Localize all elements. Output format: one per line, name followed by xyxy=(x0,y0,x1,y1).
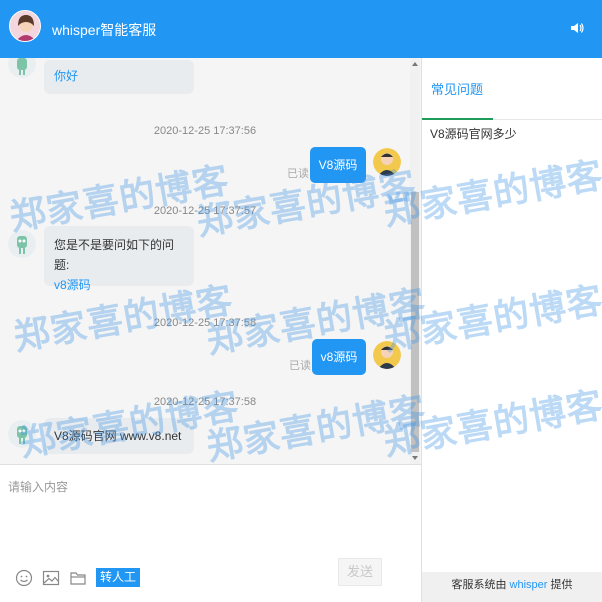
agent-avatar xyxy=(9,10,41,42)
message-text: 您是不是要问如下的问题: xyxy=(54,238,175,272)
message-list[interactable]: 你好 2020-12-25 17:37:56 已读 V8源码 2020-12-2… xyxy=(0,58,421,464)
chat-header: whisper智能客服 xyxy=(0,0,602,58)
bot-message: V8源码官网 www.v8.net xyxy=(44,418,194,454)
user-message: v8源码 xyxy=(312,339,366,375)
page-title: whisper智能客服 xyxy=(52,22,157,38)
emoji-icon[interactable] xyxy=(15,569,33,587)
user-message: V8源码 xyxy=(310,147,366,183)
scroll-up-arrow-icon[interactable] xyxy=(412,62,418,66)
message-timestamp: 2020-12-25 17:37:57 xyxy=(153,205,257,217)
message-timestamp: 2020-12-25 17:37:58 xyxy=(153,396,257,408)
bot-message: 你好 xyxy=(44,60,194,94)
folder-icon[interactable] xyxy=(69,569,87,587)
chat-scrollbar[interactable] xyxy=(410,58,420,464)
send-button[interactable]: 发送 xyxy=(338,558,382,586)
user-avatar xyxy=(373,341,401,369)
scroll-down-arrow-icon[interactable] xyxy=(412,456,418,460)
powered-link[interactable]: whisper xyxy=(510,579,548,591)
read-status: 已读 xyxy=(289,360,311,372)
bot-message: 您是不是要问如下的问题: v8源码 xyxy=(44,226,194,292)
image-icon[interactable] xyxy=(42,569,60,587)
message-input[interactable]: 请输入内容 xyxy=(8,478,68,495)
divider xyxy=(421,58,422,602)
read-status: 已读 xyxy=(287,168,309,180)
tab-faq[interactable]: 常见问题 xyxy=(422,78,492,119)
message-text: 你好 xyxy=(54,69,79,83)
message-text: V8源码官网 www.v8.net xyxy=(54,429,182,443)
faq-item[interactable]: V8源码官网多少 xyxy=(430,125,517,142)
powered-prefix: 客服系统由 xyxy=(451,579,507,591)
transfer-to-human-button[interactable]: 转人工 xyxy=(96,568,140,587)
message-timestamp: 2020-12-25 17:37:56 xyxy=(153,125,257,137)
powered-by-footer: 客服系统由 whisper 提供 xyxy=(422,572,602,602)
message-timestamp: 2020-12-25 17:37:58 xyxy=(153,317,257,329)
bot-avatar xyxy=(8,58,36,78)
user-avatar xyxy=(373,148,401,176)
speaker-icon[interactable] xyxy=(569,20,585,36)
tab-active-indicator xyxy=(422,118,493,120)
suggestion-link[interactable]: v8源码 xyxy=(54,275,184,295)
powered-suffix: 提供 xyxy=(550,579,573,591)
scrollbar-thumb[interactable] xyxy=(411,192,419,452)
divider xyxy=(0,464,421,465)
bot-avatar xyxy=(8,420,36,448)
bot-avatar xyxy=(8,230,36,258)
